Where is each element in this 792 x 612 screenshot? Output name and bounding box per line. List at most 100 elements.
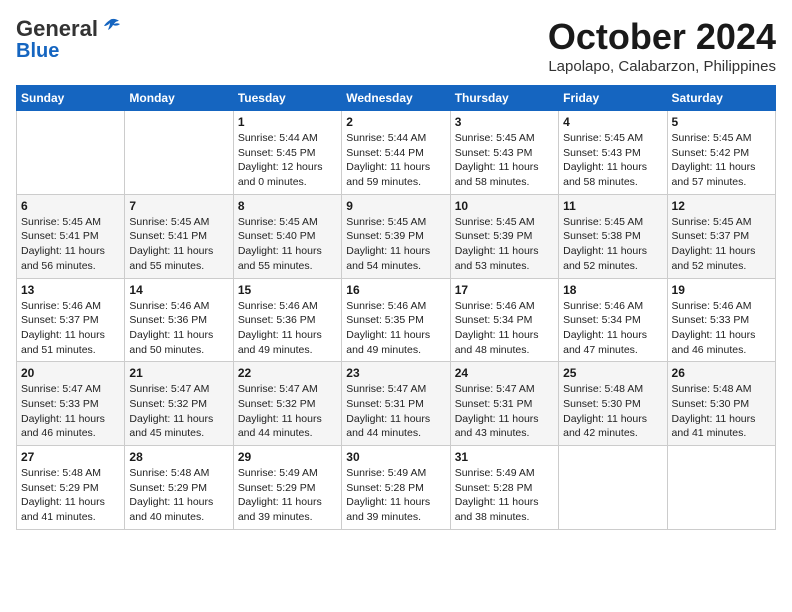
day-number: 17 — [455, 283, 554, 297]
day-number: 26 — [672, 366, 771, 380]
calendar-cell — [17, 111, 125, 195]
day-number: 25 — [563, 366, 662, 380]
day-info: Sunrise: 5:46 AM Sunset: 5:36 PM Dayligh… — [129, 299, 228, 358]
day-info: Sunrise: 5:45 AM Sunset: 5:42 PM Dayligh… — [672, 131, 771, 190]
weekday-header: Thursday — [450, 86, 558, 111]
calendar-cell: 29Sunrise: 5:49 AM Sunset: 5:29 PM Dayli… — [233, 446, 341, 530]
weekday-header: Monday — [125, 86, 233, 111]
title-block: October 2024 Lapolapo, Calabarzon, Phili… — [548, 16, 776, 75]
calendar-cell: 22 Sunrise: 5:47 AM Sunset: 5:32 PM Dayli… — [233, 362, 341, 446]
day-info: Sunrise: 5:48 AM Sunset: 5:29 PM Dayligh… — [21, 466, 120, 525]
day-number: 31 — [455, 450, 554, 464]
day-info: Sunrise: 5:48 AM Sunset: 5:29 PM Dayligh… — [129, 466, 228, 525]
calendar-header-row: SundayMondayTuesdayWednesdayThursdayFrid… — [17, 86, 776, 111]
day-info: Sunrise: 5:44 AM Sunset: 5:45 PM Dayligh… — [238, 131, 337, 190]
day-number: 21 — [129, 366, 228, 380]
day-number: 6 — [21, 199, 120, 213]
day-info: Sunrise: 5:47 AM Sunset: 5:33 PM Dayligh… — [21, 382, 120, 441]
day-info: Sunrise: 5:45 AM Sunset: 5:41 PM Dayligh… — [21, 215, 120, 274]
calendar-week-row: 6 Sunrise: 5:45 AM Sunset: 5:41 PM Daylig… — [17, 194, 776, 278]
day-number: 1 — [238, 115, 337, 129]
calendar-cell: 12Sunrise: 5:45 AM Sunset: 5:37 PM Dayli… — [667, 194, 775, 278]
weekday-header: Tuesday — [233, 86, 341, 111]
day-info: Sunrise: 5:45 AM Sunset: 5:40 PM Dayligh… — [238, 215, 337, 274]
day-number: 27 — [21, 450, 120, 464]
calendar-cell: 1 Sunrise: 5:44 AM Sunset: 5:45 PM Daylig… — [233, 111, 341, 195]
day-info: Sunrise: 5:44 AM Sunset: 5:44 PM Dayligh… — [346, 131, 445, 190]
day-number: 12 — [672, 199, 771, 213]
weekday-header: Wednesday — [342, 86, 450, 111]
calendar-cell: 21 Sunrise: 5:47 AM Sunset: 5:32 PM Dayli… — [125, 362, 233, 446]
logo-blue-text: Blue — [16, 40, 59, 63]
day-info: Sunrise: 5:47 AM Sunset: 5:32 PM Dayligh… — [129, 382, 228, 441]
logo: General Blue — [16, 16, 121, 63]
calendar-cell: 15Sunrise: 5:46 AM Sunset: 5:36 PM Dayli… — [233, 278, 341, 362]
calendar-cell: 26 Sunrise: 5:48 AM Sunset: 5:30 PM Dayli… — [667, 362, 775, 446]
calendar-cell: 8 Sunrise: 5:45 AM Sunset: 5:40 PM Daylig… — [233, 194, 341, 278]
calendar-cell: 24Sunrise: 5:47 AM Sunset: 5:31 PM Dayli… — [450, 362, 558, 446]
page-header: General Blue October 2024 Lapolapo, Cala… — [16, 16, 776, 75]
calendar-cell: 11 Sunrise: 5:45 AM Sunset: 5:38 PM Dayli… — [559, 194, 667, 278]
day-info: Sunrise: 5:46 AM Sunset: 5:34 PM Dayligh… — [563, 299, 662, 358]
location-text: Lapolapo, Calabarzon, Philippines — [548, 58, 776, 75]
month-title: October 2024 — [548, 16, 776, 58]
day-number: 2 — [346, 115, 445, 129]
day-number: 15 — [238, 283, 337, 297]
calendar-week-row: 27 Sunrise: 5:48 AM Sunset: 5:29 PM Dayli… — [17, 446, 776, 530]
calendar-cell — [667, 446, 775, 530]
day-info: Sunrise: 5:45 AM Sunset: 5:41 PM Dayligh… — [129, 215, 228, 274]
day-info: Sunrise: 5:46 AM Sunset: 5:37 PM Dayligh… — [21, 299, 120, 358]
weekday-header: Sunday — [17, 86, 125, 111]
calendar-cell — [559, 446, 667, 530]
day-number: 16 — [346, 283, 445, 297]
day-number: 8 — [238, 199, 337, 213]
day-info: Sunrise: 5:48 AM Sunset: 5:30 PM Dayligh… — [563, 382, 662, 441]
day-info: Sunrise: 5:47 AM Sunset: 5:31 PM Dayligh… — [346, 382, 445, 441]
calendar-cell: 25 Sunrise: 5:48 AM Sunset: 5:30 PM Dayli… — [559, 362, 667, 446]
day-info: Sunrise: 5:49 AM Sunset: 5:29 PM Dayligh… — [238, 466, 337, 525]
day-number: 18 — [563, 283, 662, 297]
calendar-cell: 4Sunrise: 5:45 AM Sunset: 5:43 PM Daylig… — [559, 111, 667, 195]
day-info: Sunrise: 5:45 AM Sunset: 5:39 PM Dayligh… — [346, 215, 445, 274]
calendar-week-row: 13 Sunrise: 5:46 AM Sunset: 5:37 PM Dayli… — [17, 278, 776, 362]
calendar-cell: 31 Sunrise: 5:49 AM Sunset: 5:28 PM Dayli… — [450, 446, 558, 530]
day-info: Sunrise: 5:45 AM Sunset: 5:38 PM Dayligh… — [563, 215, 662, 274]
calendar-cell: 14Sunrise: 5:46 AM Sunset: 5:36 PM Dayli… — [125, 278, 233, 362]
day-number: 22 — [238, 366, 337, 380]
day-number: 5 — [672, 115, 771, 129]
day-number: 13 — [21, 283, 120, 297]
calendar-cell: 23 Sunrise: 5:47 AM Sunset: 5:31 PM Dayli… — [342, 362, 450, 446]
calendar-cell: 27 Sunrise: 5:48 AM Sunset: 5:29 PM Dayli… — [17, 446, 125, 530]
day-number: 28 — [129, 450, 228, 464]
weekday-header: Saturday — [667, 86, 775, 111]
day-number: 4 — [563, 115, 662, 129]
calendar-cell: 17Sunrise: 5:46 AM Sunset: 5:34 PM Dayli… — [450, 278, 558, 362]
day-info: Sunrise: 5:48 AM Sunset: 5:30 PM Dayligh… — [672, 382, 771, 441]
day-info: Sunrise: 5:49 AM Sunset: 5:28 PM Dayligh… — [346, 466, 445, 525]
day-info: Sunrise: 5:45 AM Sunset: 5:43 PM Dayligh… — [455, 131, 554, 190]
logo-general-text: General — [16, 16, 98, 42]
day-info: Sunrise: 5:45 AM Sunset: 5:39 PM Dayligh… — [455, 215, 554, 274]
calendar-cell: 5 Sunrise: 5:45 AM Sunset: 5:42 PM Daylig… — [667, 111, 775, 195]
calendar-cell: 7 Sunrise: 5:45 AM Sunset: 5:41 PM Daylig… — [125, 194, 233, 278]
logo-bird-icon — [99, 16, 121, 38]
calendar-week-row: 1 Sunrise: 5:44 AM Sunset: 5:45 PM Daylig… — [17, 111, 776, 195]
calendar-cell: 30 Sunrise: 5:49 AM Sunset: 5:28 PM Dayli… — [342, 446, 450, 530]
calendar-cell: 28 Sunrise: 5:48 AM Sunset: 5:29 PM Dayli… — [125, 446, 233, 530]
day-info: Sunrise: 5:47 AM Sunset: 5:32 PM Dayligh… — [238, 382, 337, 441]
calendar-cell: 9 Sunrise: 5:45 AM Sunset: 5:39 PM Daylig… — [342, 194, 450, 278]
day-info: Sunrise: 5:49 AM Sunset: 5:28 PM Dayligh… — [455, 466, 554, 525]
calendar-cell: 16Sunrise: 5:46 AM Sunset: 5:35 PM Dayli… — [342, 278, 450, 362]
day-number: 24 — [455, 366, 554, 380]
day-number: 9 — [346, 199, 445, 213]
day-number: 19 — [672, 283, 771, 297]
day-number: 23 — [346, 366, 445, 380]
day-number: 7 — [129, 199, 228, 213]
day-number: 30 — [346, 450, 445, 464]
day-number: 11 — [563, 199, 662, 213]
calendar-week-row: 20Sunrise: 5:47 AM Sunset: 5:33 PM Dayli… — [17, 362, 776, 446]
calendar-cell: 19Sunrise: 5:46 AM Sunset: 5:33 PM Dayli… — [667, 278, 775, 362]
day-number: 10 — [455, 199, 554, 213]
calendar-cell — [125, 111, 233, 195]
day-number: 3 — [455, 115, 554, 129]
